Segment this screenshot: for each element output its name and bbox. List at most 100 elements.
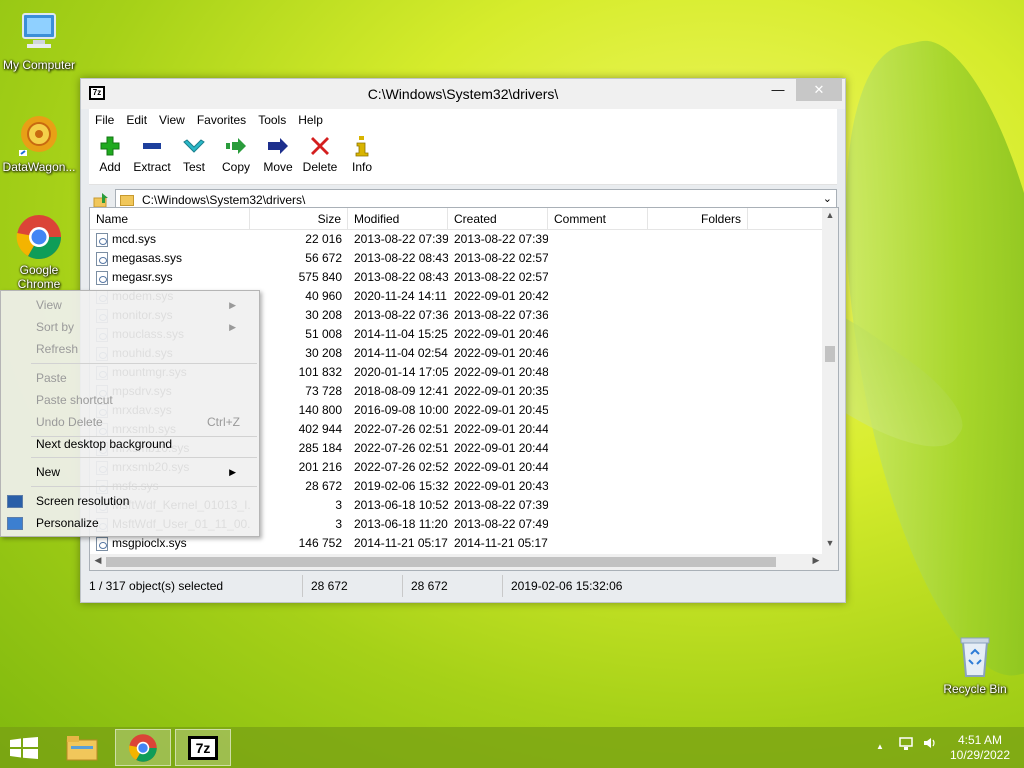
desktop-icon-my-computer[interactable]: My Computer (2, 8, 76, 72)
delete-button[interactable]: Delete (299, 131, 341, 184)
menu-favorites[interactable]: Favorites (191, 113, 252, 127)
title-bar[interactable]: 7z C:\Windows\System32\drivers\ — ☐ ✕ (81, 79, 845, 109)
menu-item-label: Paste (36, 371, 67, 385)
status-date: 2019-02-06 15:32:06 (511, 579, 623, 593)
desktop-context-menu: View ▶ Sort by ▶ Refresh Paste Paste sho… (0, 290, 260, 537)
menu-item-paste-shortcut[interactable]: Paste shortcut (36, 389, 246, 411)
menu-view[interactable]: View (153, 113, 191, 127)
file-created: 2022-09-01 20:44 (454, 460, 548, 474)
network-icon[interactable] (898, 735, 914, 754)
file-name-cell: megasas.sys (90, 249, 250, 268)
menu-item-label: Next desktop background (36, 437, 173, 451)
minimize-button[interactable]: — (764, 79, 792, 101)
menu-item-undo-delete[interactable]: Undo Delete Ctrl+Z (36, 411, 246, 433)
horizontal-scrollbar[interactable]: ◀ ▶ (90, 554, 838, 570)
minus-icon (131, 135, 173, 157)
file-modified: 2014-11-04 02:54 (354, 346, 448, 360)
column-header-folders[interactable]: Folders (648, 208, 748, 229)
status-packed-size: 28 672 (403, 575, 503, 597)
scroll-up-arrow-icon[interactable]: ▲ (822, 210, 838, 220)
file-name: megasr.sys (112, 270, 173, 284)
move-button[interactable]: Move (257, 131, 299, 184)
column-header-comment[interactable]: Comment (548, 208, 648, 229)
menu-item-label: Paste shortcut (36, 393, 113, 407)
test-button[interactable]: Test (173, 131, 215, 184)
file-size: 51 008 (305, 327, 342, 341)
menu-item-label: New (36, 465, 61, 479)
file-size: 3 (335, 498, 342, 512)
table-row[interactable]: megasr.sys 575 840 2013-08-22 08:43 2013-08… (90, 268, 822, 287)
desktop-icon-recycle-bin[interactable]: Recycle Bin (938, 632, 1012, 696)
file-icon (96, 251, 108, 266)
check-icon (173, 135, 215, 157)
table-row[interactable]: mcd.sys 22 016 2013-08-22 07:39 2013-08-22 … (90, 230, 822, 249)
column-header-size[interactable]: Size (250, 208, 348, 229)
file-created: 2022-09-01 20:45 (454, 403, 548, 417)
menu-file[interactable]: File (89, 113, 120, 127)
volume-icon[interactable] (922, 735, 938, 754)
file-size: 575 840 (298, 270, 342, 284)
menu-item-next-desktop-background[interactable]: Next desktop background (36, 433, 246, 455)
taskbar-chrome[interactable] (115, 729, 171, 766)
file-modified: 2013-08-22 08:43 (354, 270, 448, 284)
scroll-down-arrow-icon[interactable]: ▼ (822, 538, 838, 548)
file-modified: 2020-01-14 17:05 (354, 365, 448, 379)
menu-tools[interactable]: Tools (252, 113, 292, 127)
desktop-icon-google-chrome[interactable]: Google Chrome (2, 213, 76, 291)
screen-resolution-icon (7, 495, 23, 508)
menu-separator (31, 486, 257, 487)
file-created: 2013-08-22 07:49 (454, 517, 548, 531)
file-created: 2013-08-22 07:36 (454, 308, 548, 322)
menu-item-sort-by[interactable]: Sort by ▶ (36, 316, 246, 338)
taskbar: 7z ▲ 4:51 AM 10/29/2022 (0, 727, 1024, 768)
close-button[interactable]: ✕ (796, 79, 842, 101)
file-name-cell: megasr.sys (90, 268, 250, 287)
submenu-arrow-icon: ▶ (229, 322, 236, 332)
taskbar-7zip[interactable]: 7z (175, 729, 231, 766)
move-label: Move (263, 160, 293, 174)
add-button[interactable]: Add (89, 131, 131, 184)
menu-item-refresh[interactable]: Refresh (36, 338, 246, 360)
column-header-modified[interactable]: Modified (348, 208, 448, 229)
delete-label: Delete (302, 160, 338, 174)
file-modified: 2014-11-04 15:25 (354, 327, 448, 341)
file-modified: 2016-09-08 10:00 (354, 403, 448, 417)
info-icon (341, 135, 383, 157)
scroll-left-arrow-icon[interactable]: ◀ (90, 555, 106, 566)
desktop-icon-label: My Computer (2, 58, 76, 72)
personalize-icon (7, 517, 23, 530)
table-row[interactable]: megasas.sys 56 672 2013-08-22 08:43 2013-08… (90, 249, 822, 268)
menu-item-paste[interactable]: Paste (36, 367, 246, 389)
horizontal-scroll-thumb[interactable] (106, 557, 776, 567)
menu-item-personalize[interactable]: Personalize (36, 512, 246, 534)
menu-item-label: Refresh (36, 342, 79, 356)
taskbar-file-explorer[interactable] (54, 729, 110, 766)
menu-item-screen-resolution[interactable]: Screen resolution (36, 490, 246, 512)
computer-icon (15, 8, 63, 56)
vertical-scrollbar[interactable]: ▲ ▼ (822, 208, 838, 554)
menu-item-new[interactable]: New ▶ (36, 461, 246, 483)
copy-arrow-icon (215, 135, 257, 157)
delete-x-icon (299, 135, 341, 157)
copy-button[interactable]: Copy (215, 131, 257, 184)
column-header-created[interactable]: Created (448, 208, 548, 229)
info-button[interactable]: Info (341, 131, 383, 184)
menu-help[interactable]: Help (292, 113, 329, 127)
file-size: 73 728 (305, 384, 342, 398)
show-hidden-icons-button[interactable]: ▲ (876, 742, 884, 751)
vertical-scroll-thumb[interactable] (825, 346, 835, 362)
column-header-name[interactable]: Name (90, 208, 250, 229)
folder-icon (120, 194, 134, 206)
taskbar-clock[interactable]: 4:51 AM 10/29/2022 (942, 733, 1018, 763)
datawagon-icon (15, 110, 63, 158)
menu-separator (31, 363, 257, 364)
file-icon (96, 536, 108, 551)
scroll-right-arrow-icon[interactable]: ▶ (808, 555, 824, 566)
file-size: 285 184 (298, 441, 342, 455)
chevron-down-icon[interactable]: ⌄ (823, 192, 832, 205)
extract-button[interactable]: Extract (131, 131, 173, 184)
menu-edit[interactable]: Edit (120, 113, 153, 127)
menu-item-view[interactable]: View ▶ (36, 294, 246, 316)
desktop-icon-datawagon[interactable]: DataWagon... (2, 110, 76, 174)
start-button[interactable] (10, 737, 38, 759)
